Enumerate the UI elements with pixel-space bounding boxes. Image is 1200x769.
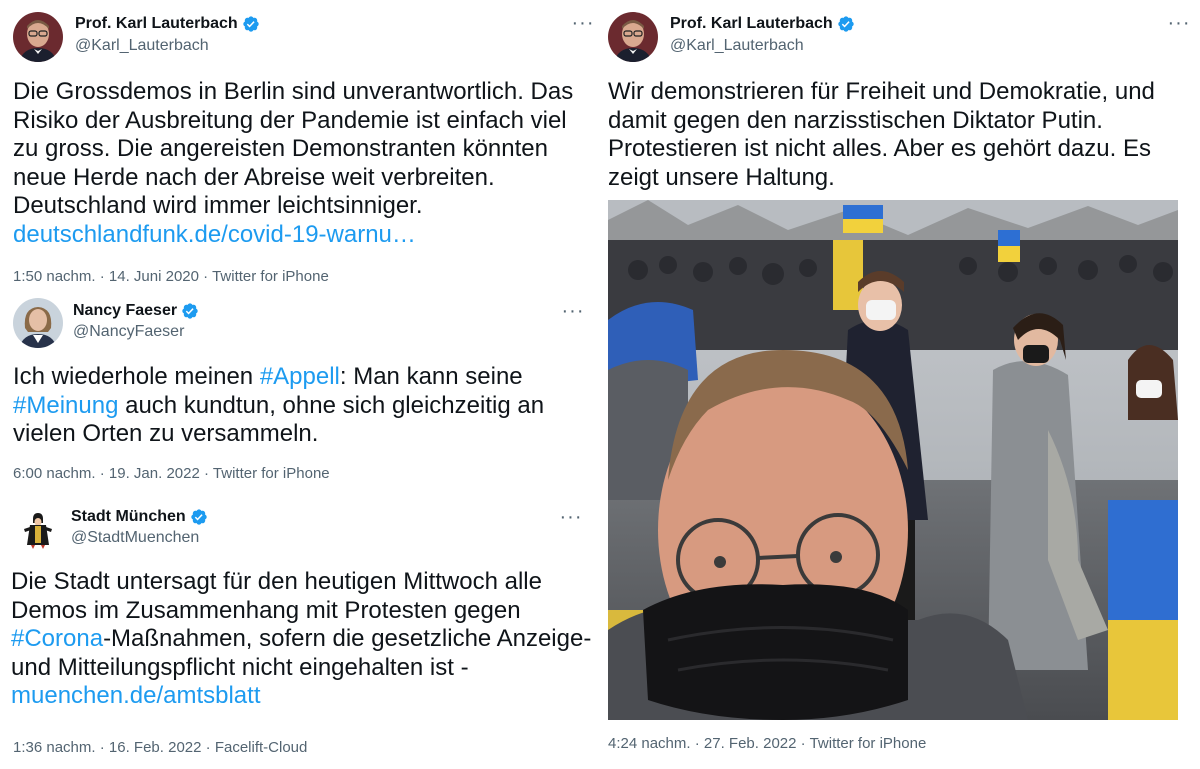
hashtag-link[interactable]: #Meinung <box>13 392 118 419</box>
hashtag-link[interactable]: #Corona <box>11 625 103 652</box>
tweet-time[interactable]: 4:24 nachm. <box>608 735 691 752</box>
more-options-icon[interactable]: ··· <box>558 301 588 325</box>
separator: · <box>694 735 700 752</box>
author-handle[interactable]: @Karl_Lauterbach <box>670 37 804 55</box>
tweet-text: Ich wiederhole meinen #Appell: Man kann … <box>13 363 593 449</box>
avatar[interactable] <box>13 505 63 555</box>
avatar[interactable] <box>13 12 63 62</box>
avatar-portrait-icon <box>13 298 63 348</box>
hashtag-link[interactable]: #Appell <box>260 363 340 390</box>
author-name[interactable]: Stadt München <box>71 508 186 526</box>
tweet-time[interactable]: 1:50 nachm. <box>13 268 96 285</box>
tweet-meta: 1:36 nachm. · 16. Feb. 2022 · Facelift-C… <box>13 739 307 756</box>
munich-monk-logo-icon <box>13 505 63 555</box>
author-handle[interactable]: @Karl_Lauterbach <box>75 37 209 55</box>
tweet-text-part: Die Stadt untersagt für den heutigen Mit… <box>11 568 542 624</box>
tweet-source[interactable]: Twitter for iPhone <box>810 735 927 752</box>
avatar[interactable] <box>608 12 658 62</box>
separator: · <box>99 268 105 285</box>
tweet-text-part: Ich wiederhole meinen <box>13 363 260 390</box>
separator: · <box>800 735 806 752</box>
separator: · <box>99 739 105 756</box>
tweet-meta: 4:24 nachm. · 27. Feb. 2022 · Twitter fo… <box>608 735 926 752</box>
author-name[interactable]: Nancy Faeser <box>73 302 177 320</box>
tweet-text-body: Die Grossdemos in Berlin sind unverantwo… <box>13 78 574 219</box>
tweet-link[interactable]: muenchen.de/amtsblatt <box>11 682 260 709</box>
tweet-time[interactable]: 6:00 nachm. <box>13 465 96 482</box>
author-name[interactable]: Prof. Karl Lauterbach <box>75 15 238 33</box>
author-handle[interactable]: @NancyFaeser <box>73 323 184 341</box>
tweet-text-part: : Man kann seine <box>339 363 523 390</box>
more-options-icon[interactable]: ··· <box>556 507 586 531</box>
tweet-date[interactable]: 19. Jan. 2022 <box>109 465 200 482</box>
demonstration-selfie-image <box>608 200 1178 720</box>
tweet-text: Die Stadt untersagt für den heutigen Mit… <box>11 568 596 711</box>
tweet-photo[interactable] <box>608 200 1178 720</box>
verified-badge-icon <box>837 15 855 33</box>
tweet-time[interactable]: 1:36 nachm. <box>13 739 96 756</box>
tweet-text: Die Grossdemos in Berlin sind unverantwo… <box>13 78 593 249</box>
tweet-link[interactable]: deutschlandfunk.de/covid-19-warnu… <box>13 221 416 248</box>
verified-badge-icon <box>190 508 208 526</box>
tweet-date[interactable]: 27. Feb. 2022 <box>704 735 797 752</box>
tweet-meta: 6:00 nachm. · 19. Jan. 2022 · Twitter fo… <box>13 465 330 482</box>
tweet-meta: 1:50 nachm. · 14. Juni 2020 · Twitter fo… <box>13 268 329 285</box>
more-options-icon[interactable]: ··· <box>568 13 598 37</box>
author-handle[interactable]: @StadtMuenchen <box>71 529 199 547</box>
tweet-text: Wir demonstrieren für Freiheit und Demok… <box>608 78 1155 191</box>
separator: · <box>99 465 105 482</box>
separator: · <box>205 739 211 756</box>
more-options-icon[interactable]: ··· <box>1164 13 1194 37</box>
avatar-portrait-icon <box>13 12 63 62</box>
verified-badge-icon <box>242 15 260 33</box>
tweet-source[interactable]: Twitter for iPhone <box>213 465 330 482</box>
separator: · <box>204 465 209 482</box>
tweet-source[interactable]: Facelift-Cloud <box>215 739 308 756</box>
separator: · <box>203 268 209 285</box>
author-name[interactable]: Prof. Karl Lauterbach <box>670 15 833 33</box>
tweet-date[interactable]: 14. Juni 2020 <box>109 268 199 285</box>
tweet-source[interactable]: Twitter for iPhone <box>212 268 329 285</box>
avatar-portrait-icon <box>608 12 658 62</box>
verified-badge-icon <box>181 302 199 320</box>
tweet-date[interactable]: 16. Feb. 2022 <box>109 739 202 756</box>
avatar[interactable] <box>13 298 63 348</box>
